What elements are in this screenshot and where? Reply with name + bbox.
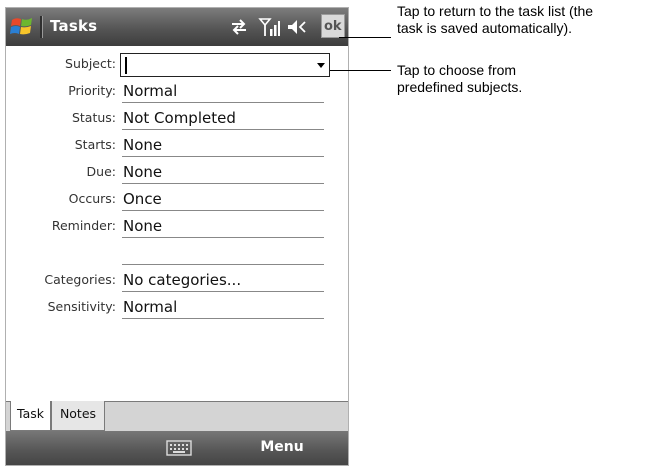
menu-button[interactable]: Menu (252, 439, 312, 455)
callout-ok-line1: Tap to return to the task list (the (397, 3, 594, 19)
categories-field[interactable]: No categories... (122, 269, 324, 292)
tab-notes[interactable]: Notes (51, 401, 105, 431)
title-separator (40, 16, 43, 38)
reminder-label: Reminder: (51, 218, 116, 233)
starts-row: Starts: None (6, 134, 348, 158)
callout-subject-line (330, 70, 391, 71)
callout-subject-line1: Tap to choose from (397, 62, 517, 78)
priority-label: Priority: (68, 83, 116, 98)
callout-subject-line2: predefined subjects. (397, 79, 523, 95)
occurs-row: Occurs: Once (6, 188, 348, 212)
tab-strip: Task Notes (6, 401, 348, 431)
signal-icon[interactable] (258, 17, 280, 37)
callout-subject-text: Tap to choose from predefined subjects. (397, 62, 522, 96)
callout-ok-line2: task is saved automatically). (397, 20, 573, 36)
occurs-field[interactable]: Once (122, 188, 324, 211)
status-row: Status: Not Completed (6, 107, 348, 131)
volume-icon[interactable] (286, 17, 308, 37)
categories-label: Categories: (44, 272, 116, 287)
status-label: Status: (71, 110, 116, 125)
reminder-row: Reminder: None (6, 215, 348, 239)
callout-ok-line (339, 37, 391, 38)
blank-row (6, 242, 348, 266)
title-bar: Tasks ok (6, 8, 348, 46)
occurs-label: Occurs: (68, 191, 116, 206)
subject-dropdown[interactable] (120, 53, 330, 77)
starts-label: Starts: (74, 137, 116, 152)
subject-label: Subject: (65, 56, 116, 71)
due-row: Due: None (6, 161, 348, 185)
dropdown-arrow-icon[interactable] (317, 63, 325, 68)
sensitivity-field[interactable]: Normal (122, 296, 324, 319)
callout-ok-text: Tap to return to the task list (the task… (397, 3, 593, 37)
ok-button[interactable]: ok (321, 14, 345, 38)
app-title: Tasks (50, 17, 98, 35)
status-field[interactable]: Not Completed (122, 107, 324, 130)
sensitivity-label: Sensitivity: (47, 299, 116, 314)
sensitivity-row: Sensitivity: Normal (6, 296, 348, 320)
reminder-field[interactable]: None (122, 215, 324, 238)
priority-row: Priority: Normal (6, 80, 348, 104)
blank-field[interactable] (122, 242, 324, 265)
subject-row: Subject: (6, 53, 348, 77)
categories-row: Categories: No categories... (6, 269, 348, 293)
text-caret (125, 57, 127, 74)
keyboard-icon[interactable] (166, 440, 192, 456)
starts-field[interactable]: None (122, 134, 324, 157)
sync-icon[interactable] (228, 17, 250, 37)
due-field[interactable]: None (122, 161, 324, 184)
menu-bar: Menu (6, 431, 348, 465)
windows-start-icon[interactable] (9, 14, 35, 40)
priority-field[interactable]: Normal (122, 80, 324, 103)
device-screen: Tasks ok Subject: Priority: Normal Statu… (5, 7, 349, 466)
due-label: Due: (86, 164, 116, 179)
tab-task[interactable]: Task (10, 401, 51, 431)
